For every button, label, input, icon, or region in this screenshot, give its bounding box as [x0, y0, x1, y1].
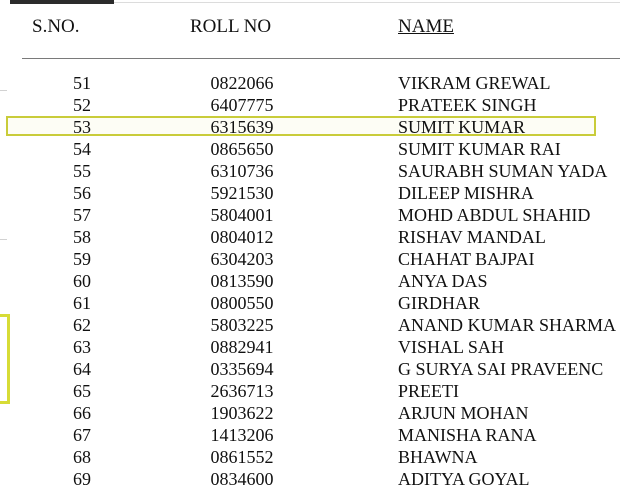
cell-roll-no: 0861552 — [210, 447, 274, 467]
table-row: 56 5921530 DILEEP MISHRA — [0, 182, 620, 204]
table-row: 54 0865650 SUMIT KUMAR RAI — [0, 138, 620, 160]
cell-sno: 65 — [73, 381, 91, 401]
cell-sno: 52 — [73, 95, 91, 115]
cell-name: CHAHAT BAJPAI — [398, 249, 535, 269]
table-row: 53 6315639 SUMIT KUMAR — [0, 116, 620, 138]
cell-roll-no: 0800550 — [210, 293, 274, 313]
cell-sno: 69 — [73, 469, 91, 489]
cell-name: ARJUN MOHAN — [398, 403, 529, 423]
cell-name: RISHAV MANDAL — [398, 227, 546, 247]
cell-sno: 54 — [73, 139, 91, 159]
cell-sno: 56 — [73, 183, 91, 203]
cell-roll-no: 0865650 — [210, 139, 274, 159]
cell-name: PREETI — [398, 381, 459, 401]
cell-sno: 57 — [73, 205, 91, 225]
cell-sno: 67 — [73, 425, 91, 445]
table-row: 62 5803225 ANAND KUMAR SHARMA — [0, 314, 620, 336]
cell-roll-no: 1903622 — [210, 403, 274, 423]
table-row: 57 5804001 MOHD ABDUL SHAHID — [0, 204, 620, 226]
cell-name: SUMIT KUMAR RAI — [398, 139, 561, 159]
cell-name: BHAWNA — [398, 447, 478, 467]
table-row: 68 0861552 BHAWNA — [0, 446, 620, 468]
cell-sno: 66 — [73, 403, 91, 423]
cell-roll-no: 0822066 — [210, 73, 274, 93]
cell-sno: 55 — [73, 161, 91, 181]
cell-roll-no: 6315639 — [210, 117, 274, 137]
table-row: 67 1413206 MANISHA RANA — [0, 424, 620, 446]
cell-roll-no: 0813590 — [210, 271, 274, 291]
table-row: 65 2636713 PREETI — [0, 380, 620, 402]
cell-sno: 61 — [73, 293, 91, 313]
cell-roll-no: 5804001 — [210, 205, 274, 225]
cell-roll-no: 5803225 — [210, 315, 274, 335]
table-row: 60 0813590 ANYA DAS — [0, 270, 620, 292]
cell-name: DILEEP MISHRA — [398, 183, 534, 203]
table-row: 61 0800550 GIRDHAR — [0, 292, 620, 314]
cell-name: SAURABH SUMAN YADA — [398, 161, 608, 181]
cell-name: ANAND KUMAR SHARMA — [398, 315, 617, 335]
cell-name: G SURYA SAI PRAVEENC — [398, 359, 604, 379]
student-list: 51 0822066 VIKRAM GREWAL 52 6407775 PRATEEK S… — [0, 72, 620, 489]
cell-name: ADITYA GOYAL — [398, 469, 530, 489]
header-roll-no: ROLL NO — [190, 16, 272, 37]
header-name: NAME — [398, 16, 454, 37]
annotation-bracket — [0, 314, 10, 404]
cell-sno: 64 — [73, 359, 91, 379]
cell-sno: 58 — [73, 227, 91, 247]
top-divider — [114, 2, 620, 3]
cell-roll-no: 6310736 — [210, 161, 274, 181]
cell-roll-no: 0882941 — [210, 337, 274, 357]
cell-roll-no: 1413206 — [210, 425, 274, 445]
cell-name: ANYA DAS — [398, 271, 488, 291]
table-row: 64 0335694 G SURYA SAI PRAVEENC — [0, 358, 620, 380]
cell-name: VIKRAM GREWAL — [398, 73, 551, 93]
header-sno: S.NO. — [32, 16, 80, 37]
table-row: 66 1903622 ARJUN MOHAN — [0, 402, 620, 424]
cell-roll-no: 2636713 — [210, 381, 274, 401]
cell-sno: 51 — [73, 73, 91, 93]
cell-name: SUMIT KUMAR — [398, 117, 526, 137]
cell-name: PRATEEK SINGH — [398, 95, 537, 115]
cell-roll-no: 0335694 — [210, 359, 274, 379]
cell-sno: 68 — [73, 447, 91, 467]
cell-name: GIRDHAR — [398, 293, 481, 313]
cell-roll-no: 5921530 — [210, 183, 274, 203]
cell-sno: 62 — [73, 315, 91, 335]
table-row: 69 0834600 ADITYA GOYAL — [0, 468, 620, 490]
table-row: 55 6310736 SAURABH SUMAN YADA — [0, 160, 620, 182]
table-row: 63 0882941 VISHAL SAH — [0, 336, 620, 358]
cell-name: VISHAL SAH — [398, 337, 504, 357]
cell-roll-no: 6407775 — [210, 95, 274, 115]
table-row: 59 6304203 CHAHAT BAJPAI — [0, 248, 620, 270]
header-divider — [22, 58, 620, 59]
document-tab-strip — [10, 0, 114, 4]
table-row: 51 0822066 VIKRAM GREWAL — [0, 72, 620, 94]
cell-sno: 63 — [73, 337, 91, 357]
cell-roll-no: 0804012 — [210, 227, 274, 247]
cell-name: MANISHA RANA — [398, 425, 537, 445]
table-row: 58 0804012 RISHAV MANDAL — [0, 226, 620, 248]
cell-roll-no: 0834600 — [210, 469, 274, 489]
cell-roll-no: 6304203 — [210, 249, 274, 269]
cell-name: MOHD ABDUL SHAHID — [398, 205, 591, 225]
cell-sno: 59 — [73, 249, 91, 269]
cell-sno: 60 — [73, 271, 91, 291]
table-row: 52 6407775 PRATEEK SINGH — [0, 94, 620, 116]
cell-sno: 53 — [73, 117, 91, 137]
